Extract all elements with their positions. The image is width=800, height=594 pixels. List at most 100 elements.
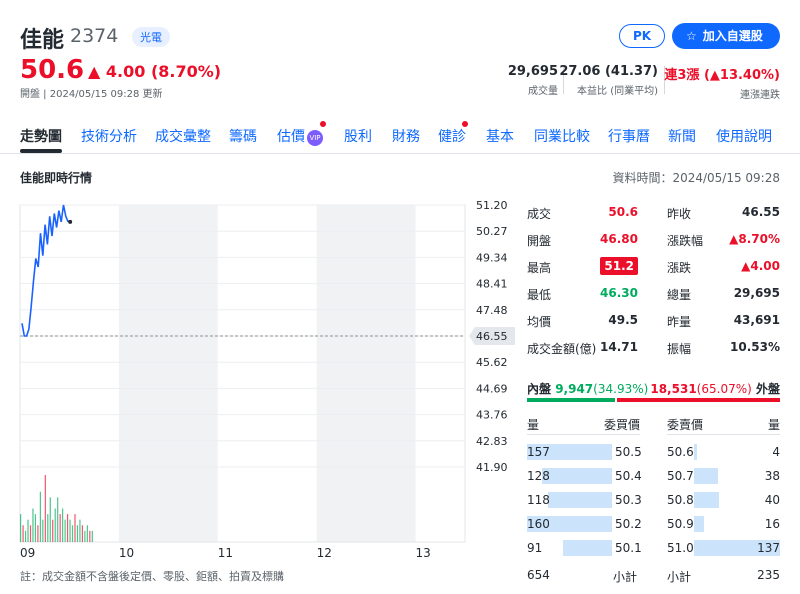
quote-label: 均價 — [527, 315, 552, 329]
quote-label: 漲跌幅 — [667, 234, 704, 248]
volume-bar — [34, 514, 37, 542]
market-status: 開盤 | 2024/05/15 09:28 更新 — [20, 89, 163, 100]
y-tick-label: 48.41 — [476, 278, 508, 291]
bid-qty: 118 — [527, 493, 550, 507]
ask-qty-header: 量 — [767, 418, 780, 432]
volume-bar — [22, 525, 24, 542]
ask-qty: 4 — [772, 445, 780, 459]
tab-health[interactable]: 健診 — [438, 126, 466, 146]
quote-label: 最高 — [527, 261, 552, 275]
volume-bar — [91, 530, 93, 542]
chart-band — [118, 205, 218, 542]
inner-volume: 內盤 9,947(34.93%) — [527, 380, 648, 397]
pe-value: 27.06 (41.37) — [559, 64, 658, 79]
y-tick-label: 47.48 — [476, 304, 508, 317]
volume-bar — [24, 530, 27, 542]
streak-stat: 連3漲 (▲13.40%) 連漲連跌 — [664, 64, 780, 101]
streak-pct: 13.40%) — [719, 68, 780, 83]
quote-value: 46.55 — [742, 205, 780, 219]
quote-value: 29,695 — [733, 286, 780, 300]
tab-trades[interactable]: 成交彙整 — [155, 126, 211, 146]
volume-bar — [64, 519, 66, 542]
inner-pct: (34.93%) — [593, 382, 649, 396]
active-tab-indicator — [20, 149, 62, 153]
bid-depth-bar — [548, 492, 612, 508]
y-tick-label: 49.34 — [476, 251, 508, 264]
volume-bar — [59, 514, 61, 542]
notification-dot — [462, 121, 468, 127]
ask-depth-bar — [694, 492, 719, 508]
quote-value: 14.71 — [600, 340, 638, 354]
tab-calendar[interactable]: 行事曆 — [608, 126, 650, 146]
volume-bar — [39, 491, 41, 542]
volume-label: 成交量 — [528, 86, 558, 97]
ask-qty: 40 — [764, 493, 780, 507]
volume-bar — [27, 519, 29, 542]
outer-volume: 18,531(65.07%) 外盤 — [650, 380, 780, 397]
ask-total: 235 — [757, 568, 780, 582]
x-tick-label: 09 — [20, 546, 35, 560]
x-tick-label: 13 — [416, 546, 431, 560]
y-tick-label: 46.55 — [476, 330, 508, 343]
chart-band — [316, 205, 416, 542]
stock-name: 佳能 — [20, 28, 65, 53]
chart-band — [415, 205, 465, 542]
volume-bar — [32, 508, 34, 542]
quote-label: 昨收 — [667, 207, 692, 221]
intraday-chart[interactable]: 51.20 50.27 49.34 48.41 47.48 46.55 45.62 44.69… — [0, 195, 515, 565]
y-tick-label: 44.69 — [476, 382, 508, 395]
ask-price: 50.6 — [667, 445, 694, 459]
tab-basic[interactable]: 基本 — [486, 126, 514, 146]
notification-dot — [320, 121, 326, 127]
volume-bar — [49, 497, 51, 542]
y-tick-label: 45.62 — [476, 356, 508, 369]
bid-price: 50.3 — [615, 493, 642, 507]
footnote: 註：成交金額不含盤後定價、零股、鉅額、拍賣及標購 — [20, 570, 284, 583]
tab-guide[interactable]: 使用說明 — [716, 126, 772, 146]
bid-qty: 128 — [527, 469, 550, 483]
bid-qty-header: 量 — [527, 418, 540, 432]
volume-bar — [86, 525, 88, 542]
pk-button[interactable]: PK — [619, 24, 665, 48]
streak-value: 連3漲 (▲13.40%) — [664, 64, 780, 83]
ask-price-header: 委賣價 — [667, 418, 704, 432]
y-tick-label: 42.83 — [476, 435, 508, 448]
ask-depth-bar — [694, 444, 697, 460]
volume-bar — [81, 525, 84, 542]
bid-price: 50.1 — [615, 541, 642, 555]
ask-depth-bar — [694, 468, 718, 484]
tab-news[interactable]: 新聞 — [668, 126, 696, 146]
tab-dividend[interactable]: 股利 — [344, 126, 372, 146]
up-triangle-icon: ▲ — [709, 68, 720, 83]
sector-badge[interactable]: 光電 — [132, 27, 170, 47]
ask-qty: 16 — [764, 517, 780, 531]
volume-bar — [69, 519, 71, 542]
volume-bar — [66, 514, 69, 542]
tab-valuation[interactable]: 估價 VIP — [277, 126, 323, 146]
quote-label: 昨量 — [667, 315, 692, 329]
volume-bar — [79, 519, 81, 542]
volume-bar — [37, 525, 39, 542]
section-title: 佳能即時行情 — [20, 171, 93, 185]
add-watchlist-button[interactable]: ☆ 加入自選股 — [672, 23, 780, 49]
tab-peer[interactable]: 同業比較 — [534, 126, 590, 146]
tab-financial[interactable]: 財務 — [392, 126, 420, 146]
current-price: 50.6 — [20, 55, 85, 85]
ask-price: 50.8 — [667, 493, 694, 507]
volume-bar — [74, 514, 76, 542]
tab-chips[interactable]: 籌碼 — [229, 126, 257, 146]
tab-technical[interactable]: 技術分析 — [81, 126, 137, 146]
outer-pct: (65.07%) — [696, 382, 752, 396]
add-watchlist-label: 加入自選股 — [702, 29, 763, 43]
bid-qty: 160 — [527, 517, 550, 531]
bid-price: 50.2 — [615, 517, 642, 531]
y-tick-label: 51.20 — [476, 199, 508, 212]
pe-label: 本益比 (同業平均) — [577, 86, 658, 97]
quote-label: 成交 — [527, 207, 552, 221]
bid-depth-bar — [563, 540, 612, 556]
volume-value: 29,695 — [507, 64, 558, 79]
quote-label: 開盤 — [527, 234, 552, 248]
quote-label: 振幅 — [667, 342, 692, 356]
tab-trend[interactable]: 走勢圖 — [20, 126, 62, 146]
data-time: 資料時間：2024/05/15 09:28 — [612, 171, 780, 185]
